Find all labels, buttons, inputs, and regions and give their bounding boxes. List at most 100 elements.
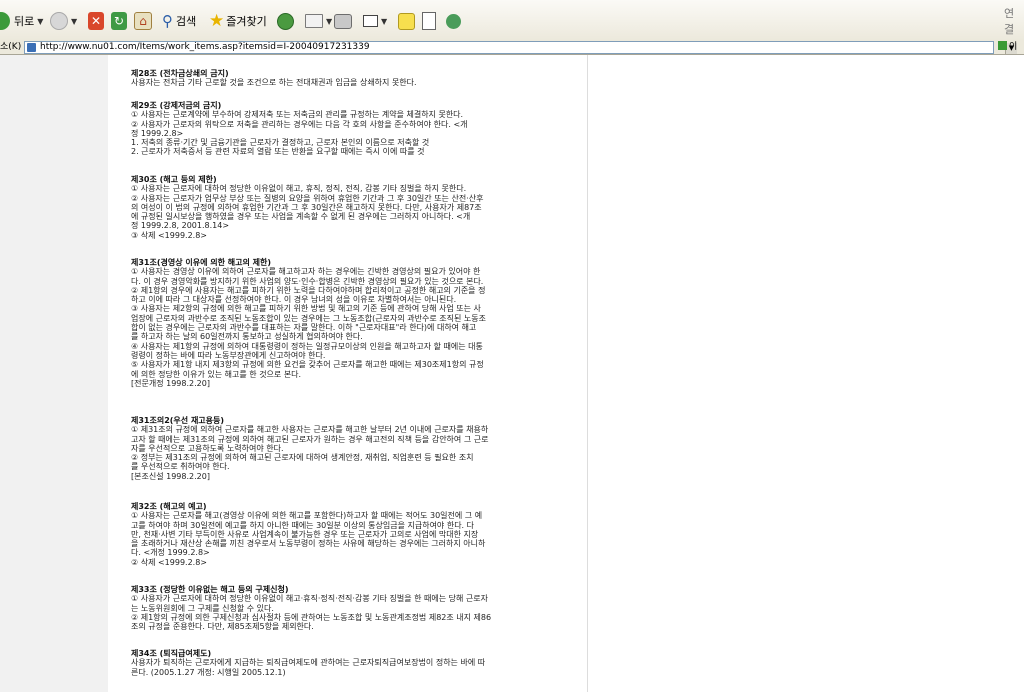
article-section: 제34조 (퇴직급여제도) 사용자가 퇴직하는 근로자에게 지급하는 퇴직급여제도…: [131, 649, 571, 677]
article-line: 정 1999.2.8>: [131, 128, 184, 138]
article-line: 사용자가 퇴직하는 근로자에게 지급하는 퇴직급여제도에 관하여는 근로자퇴직급…: [131, 658, 486, 668]
page-viewport: 제28조 (전차금상쇄의 금지) 사용자는 전차금 기타 근로할 것을 조건으로 …: [0, 55, 1024, 692]
article-line: 에 규정된 일시보상을 행하였을 경우 또는 사업을 계속할 수 없게 된 경우…: [131, 212, 471, 222]
article-section: 제31조(경영상 이유에 의한 해고의 제한) ① 사용자는 경영상 이유에 의하…: [131, 258, 571, 388]
article-line: [전문개정 1998.2.20]: [131, 378, 210, 388]
article-line: 의 여성이 이 법의 규정에 의하여 휴업한 기간과 그 후 30일간은 해고하…: [131, 202, 482, 212]
back-arrow-icon: [0, 12, 10, 30]
article-line: 1. 저축의 종류·기간 및 금융기관을 근로자가 결정하고, 근로자 본인의 …: [131, 138, 430, 148]
refresh-button[interactable]: ↻: [111, 9, 127, 33]
article-line: 고자 할 때에는 제31조의 규정에 의하여 해고된 근로자가 원하는 경우 해…: [131, 434, 489, 444]
chevron-down-icon: ▼: [381, 16, 388, 26]
address-bar: 소(K) http://www.nu01.com/Items/work_item…: [0, 40, 1024, 66]
article-line: 만, 천재·사변 기타 부득이한 사유로 사업계속이 불가능한 경우 또는 근로…: [131, 529, 479, 539]
star-icon: ★: [209, 11, 225, 31]
mail-icon: [305, 14, 323, 28]
forward-arrow-icon: [50, 12, 68, 30]
article-line: 업장에 근로자의 과반수로 조직된 노동조합이 있는 경우에는 그 노동조합(근…: [131, 313, 486, 323]
column-divider: [587, 55, 588, 692]
article-line: 다. 이 경우 경영악화를 방지하기 위한 사업의 양도·인수·합병은 긴박한 …: [131, 276, 484, 286]
article-section: 제33조 (정당한 이유없는 해고 등의 구제신청) ① 사용자가 근로자에 대하…: [131, 585, 571, 631]
article-line: 을 초래하거나 재산상 손해를 끼친 경우로서 노동부령이 정하는 사유에 해당…: [131, 539, 486, 549]
address-input[interactable]: http://www.nu01.com/Items/work_items.asp…: [24, 41, 1017, 54]
article-section: 제32조 (해고의 예고) ① 사용자는 근로자를 해고(경영상 이유에 의한 해…: [131, 502, 571, 567]
mail-button[interactable]: ▼: [305, 9, 332, 33]
address-label: 소(K): [0, 42, 22, 52]
print-button[interactable]: [334, 9, 352, 33]
article-line: 에 의한 정당한 이유가 있는 해고를 한 것으로 본다.: [131, 369, 302, 379]
chevron-down-icon: ▼: [37, 16, 44, 26]
article-line: ② 사용자가 근로자의 위탁으로 저축을 관리하는 경우에는 다음 각 호의 사…: [131, 119, 468, 129]
article-line: 고를 하여야 하며 30일전에 예고를 하지 아니한 때에는 30일분 이상의 …: [131, 520, 474, 530]
chevron-down-icon: ▼: [326, 16, 333, 26]
home-icon: ⌂: [134, 12, 152, 30]
article-title: 제31조의2(우선 재고용등): [131, 416, 225, 425]
article-line: ① 사용자는 경영상 이유에 의하여 근로자를 해고하고자 하는 경우에는 긴박…: [131, 267, 481, 277]
history-icon: [277, 12, 294, 30]
article-section: 제29조 (강제저금의 금지) ① 사용자는 근로계약에 부수하여 강제저축 또는…: [131, 101, 571, 157]
article-line: ② 정부는 제31조의 규정에 의하여 해고된 근로자에 대하여 생계안정, 재…: [131, 453, 474, 463]
links-label: 연결: [1004, 7, 1015, 36]
favorites-button[interactable]: ★ 즐겨찾기: [209, 9, 267, 33]
article-line: 사용자는 전차금 기타 근로할 것을 조건으로 하는 전대채권과 임금을 상쇄하…: [131, 78, 417, 88]
article-line: 합이 없는 경우에는 근로자의 과반수를 대표하는 자를 말한다. 이하 "근로…: [131, 323, 477, 333]
page-icon: [27, 43, 36, 52]
article-title: 제33조 (정당한 이유없는 해고 등의 구제신청): [131, 585, 289, 594]
back-label: 뒤로: [14, 15, 35, 28]
article-line: 른다. (2005.1.27 개정: 시행일 2005.12.1): [131, 667, 286, 677]
article-line: ① 제31조의 규정에 의하여 근로자를 해고한 사용자는 근로자를 해고한 날…: [131, 425, 489, 435]
envelope-icon: [363, 15, 378, 27]
article-line: 정 1999.2.8, 2001.8.14>: [131, 221, 230, 231]
article-line: 하고 이에 따라 그 대상자를 선정하여야 한다. 이 경우 남녀의 성을 이유…: [131, 295, 457, 305]
note-button[interactable]: [398, 9, 415, 33]
article-line: ① 사용자는 근로자를 해고(경영상 이유에 의한 해고를 포함한다)하고자 할…: [131, 511, 483, 521]
article-line: ① 사용자는 근로계약에 부수하여 강제저축 또는 저축금의 관리를 규정하는 …: [131, 110, 464, 120]
article-line: ② 제1항의 경우에 사용자는 해고를 피하기 위한 노력을 다하여야하며 합리…: [131, 285, 486, 295]
history-button[interactable]: [277, 9, 294, 33]
forward-button[interactable]: ▼: [50, 9, 77, 33]
edit-button[interactable]: ▼: [363, 9, 387, 33]
article-line: 2. 근로자가 저축증서 등 관련 자료의 열람 또는 반환을 요구할 때에는 …: [131, 147, 425, 157]
back-button[interactable]: 뒤로 ▼: [0, 9, 43, 33]
document-button[interactable]: [422, 9, 436, 33]
article-line: 자를 우선적으로 고용하도록 노력하여야 한다.: [131, 443, 284, 453]
article-section: 제28조 (전차금상쇄의 금지) 사용자는 전차금 기타 근로할 것을 조건으로 …: [131, 69, 571, 88]
article-title: 제31조(경영상 이유에 의한 해고의 제한): [131, 258, 271, 267]
article-line: ⑤ 사용자가 제1항 내지 제3항의 규정에 의한 요건을 갖추어 근로자를 해…: [131, 360, 484, 370]
article-line: 를 하고자 하는 날의 60일전까지 통보하고 성실하게 협의하여야 한다.: [131, 332, 363, 342]
left-column: [0, 55, 108, 692]
note-icon: [398, 12, 415, 30]
article-title: 제34조 (퇴직급여제도): [131, 649, 212, 658]
browser-toolbar: 뒤로 ▼ ▼ ✕ ↻ ⌂ ⚲ 검색 ★ 즐겨찾기 ▼ ▼ 연결: [0, 0, 1024, 41]
article-line: 조의 규정을 준용한다. 다만, 제85조제5항을 제외한다.: [131, 622, 314, 632]
article-title: 제28조 (전차금상쇄의 금지): [131, 69, 229, 78]
messenger-button[interactable]: [446, 9, 461, 33]
article-line: 를 우선적으로 취하여야 한다.: [131, 462, 230, 472]
article-line: ② 삭제 <1999.2.8>: [131, 557, 208, 567]
search-icon: ⚲: [162, 12, 173, 30]
document-icon: [422, 12, 436, 30]
search-button[interactable]: ⚲ 검색: [162, 9, 196, 33]
article-line: 는 노동위원회에 그 구제를 신청할 수 있다.: [131, 603, 274, 613]
article-section: 제31조의2(우선 재고용등) ① 제31조의 규정에 의하여 근로자를 해고한 …: [131, 416, 571, 481]
article-line: ① 사용자가 근로자에 대하여 정당한 이유없이 해고·휴직·정직·전직·감봉 …: [131, 594, 488, 604]
address-url: http://www.nu01.com/Items/work_items.asp…: [40, 42, 370, 52]
article-section: 제30조 (해고 등의 제한) ① 사용자는 근로자에 대하여 정당한 이유없이 …: [131, 175, 571, 240]
article-line: ④ 사용자는 제1항의 규정에 의하여 대통령령이 정하는 일정규모이상의 인원…: [131, 341, 483, 351]
refresh-icon: ↻: [111, 12, 127, 30]
article-line: [본조신설 1998.2.20]: [131, 471, 210, 481]
go-arrow-icon: [998, 41, 1007, 50]
chevron-down-icon: ▼: [71, 16, 78, 26]
article-line: ③ 사용자는 제2항의 규정에 의한 해고를 피하기 위한 방법 및 해고의 기…: [131, 304, 481, 314]
messenger-icon: [446, 13, 461, 29]
stop-button[interactable]: ✕: [88, 9, 104, 33]
printer-icon: [334, 13, 352, 29]
article-line: 령령이 정하는 바에 따라 노동부장관에게 신고하여야 한다.: [131, 350, 326, 360]
article-line: ① 사용자는 근로자에 대하여 정당한 이유없이 해고, 휴직, 정직, 전직,…: [131, 184, 467, 194]
article-line: ② 제1항의 규정에 의한 구제신청과 심사절차 등에 관하여는 노동조합 및 …: [131, 612, 492, 622]
article-line: ② 사용자는 근로자가 업무상 부상 또는 질병의 요양을 위하여 휴업한 기간…: [131, 193, 484, 203]
favorites-label: 즐겨찾기: [226, 15, 267, 28]
search-label: 검색: [176, 15, 197, 28]
home-button[interactable]: ⌂: [134, 9, 152, 33]
article-title: 제30조 (해고 등의 제한): [131, 175, 217, 184]
